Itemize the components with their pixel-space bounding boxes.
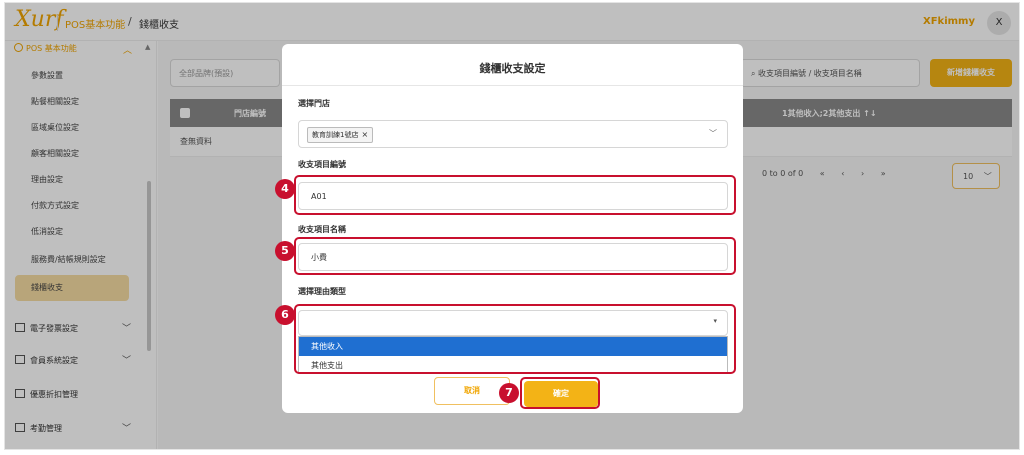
modal-title: 錢櫃收支設定 [479,62,546,75]
annotation-badge-4: 4 [275,179,295,199]
app-window: Xurf POS基本功能 / 錢櫃收支 XFkimmy X POS 基本功能 ︿… [4,2,1020,450]
store-chip: 教育訓練1號店 × [307,127,374,143]
annotation-badge-7: 7 [499,383,519,403]
annotation-badge-6: 6 [275,305,295,325]
annotation-box-4 [294,175,736,215]
store-chip-label: 教育訓練1號店 [312,131,359,139]
chip-remove-icon[interactable]: × [361,130,368,139]
code-label: 收支項目編號 [298,160,346,169]
store-select[interactable]: 教育訓練1號店 × ﹀ [298,120,728,148]
chevron-down-icon: ﹀ [709,129,717,138]
store-label: 選擇門店 [298,99,330,108]
reason-label: 選擇理由類型 [298,287,346,296]
modal-divider [282,85,743,86]
annotation-badge-5: 5 [275,241,295,261]
annotation-box-7 [520,377,600,409]
name-label: 收支項目名稱 [298,225,346,234]
annotation-box-6 [294,304,736,374]
annotation-box-5 [294,237,736,275]
